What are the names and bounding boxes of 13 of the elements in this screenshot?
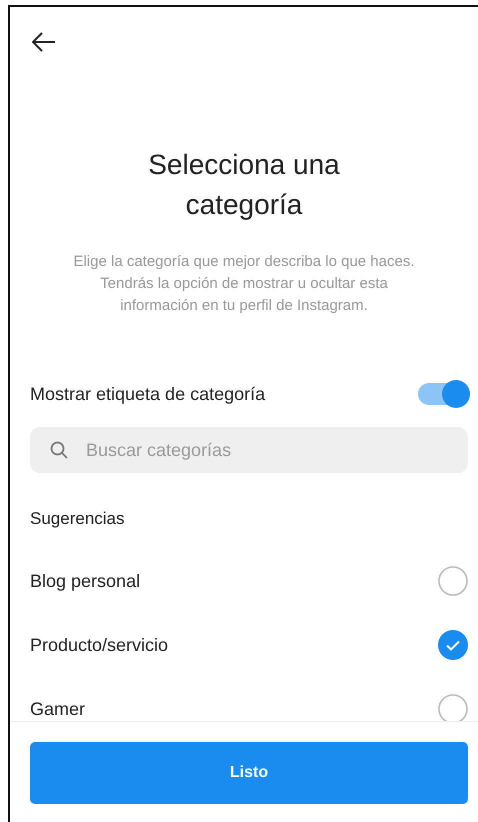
option-label[interactable]: Blog personal xyxy=(30,570,140,592)
toggle-label: Mostrar etiqueta de categoría xyxy=(30,384,266,404)
search-field[interactable]: Buscar categorías xyxy=(30,427,468,473)
section-heading: Sugerencias xyxy=(30,509,126,529)
option-label[interactable]: Gamer xyxy=(30,698,86,720)
radio-button[interactable] xyxy=(438,630,468,660)
category-label-switch[interactable] xyxy=(418,383,468,405)
description-text: Elige la categoría que mejor describa lo que haces. Tendrás la opción de mostrar u ocultar esta información en tu perfil de Instagram. xyxy=(72,252,416,316)
back-arrow-icon[interactable] xyxy=(32,32,56,52)
radio-button[interactable] xyxy=(438,694,468,721)
option-label[interactable]: Producto/servicio xyxy=(30,634,168,656)
radio-button[interactable] xyxy=(438,566,468,596)
page-title: Selecciona una categoría xyxy=(147,148,341,222)
